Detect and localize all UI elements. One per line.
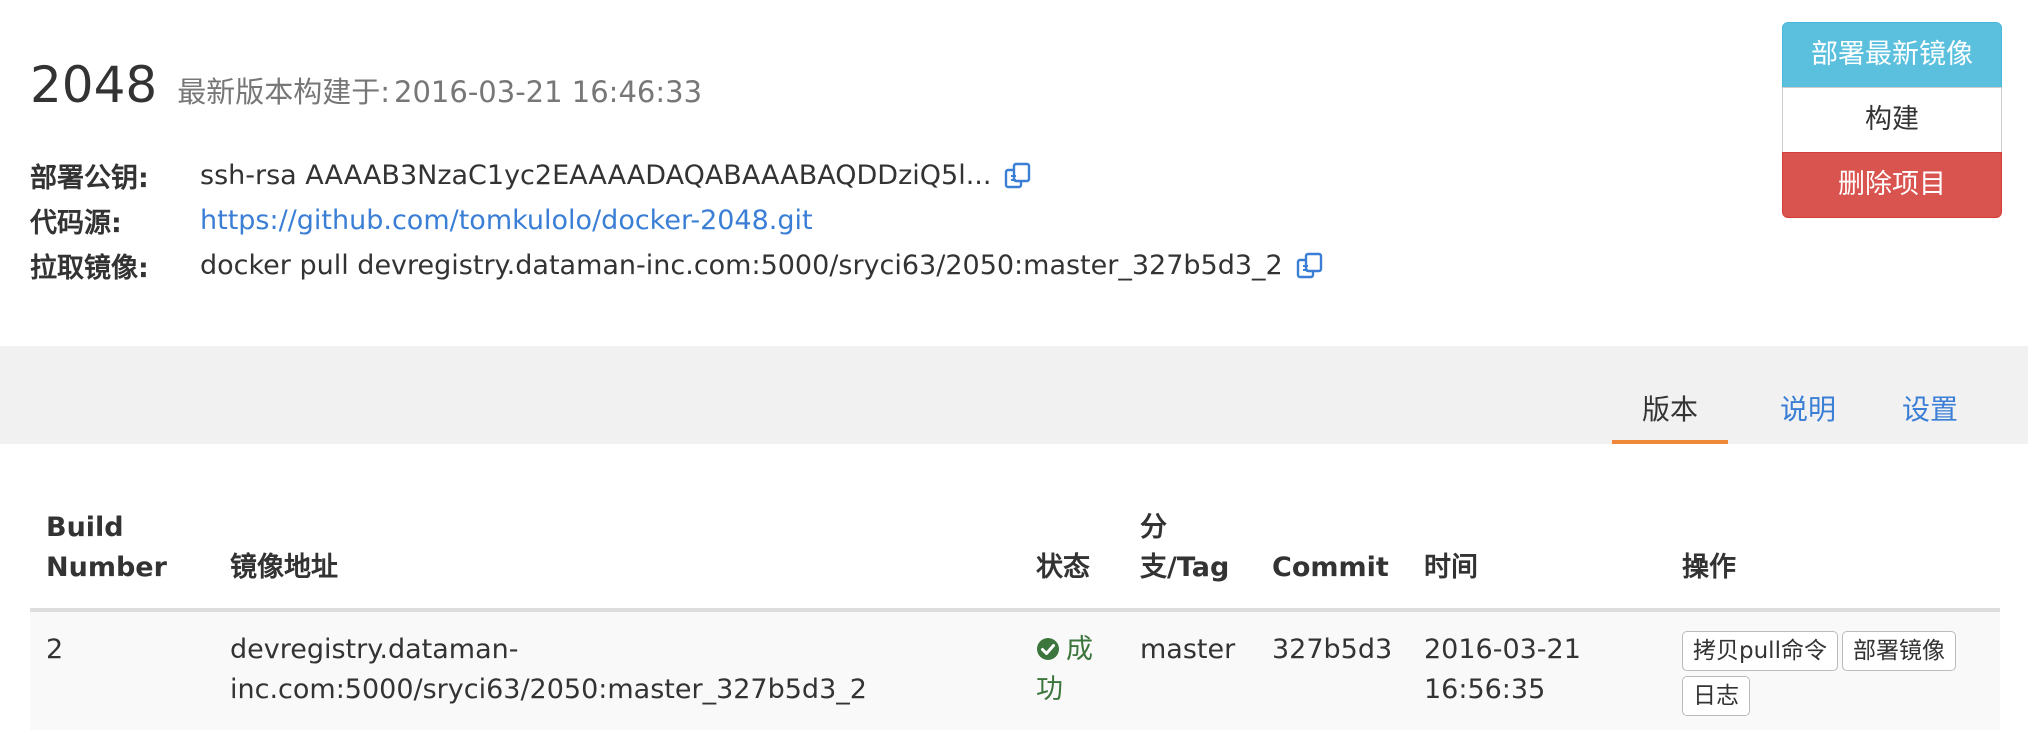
cell-build-number: 2 <box>30 610 214 730</box>
copy-icon[interactable] <box>1295 251 1325 281</box>
cell-image-address: devregistry.dataman-inc.com:5000/sryci63… <box>214 610 1020 730</box>
copy-icon[interactable] <box>1003 161 1033 191</box>
code-source-link[interactable]: https://github.com/tomkulolo/docker-2048… <box>200 205 813 236</box>
header-commit: Commit <box>1256 508 1408 612</box>
title-row: 2048 最新版本构建于: 2016-03-21 16:46:33 <box>30 56 702 114</box>
cell-operations: 拷贝pull命令 部署镜像日志 <box>1666 610 2000 730</box>
code-source-label: 代码源: <box>30 208 122 239</box>
pull-image-row: 拉取镜像: docker pull devregistry.dataman-in… <box>30 243 1325 288</box>
header-build-number: Build Number <box>30 508 214 612</box>
cell-commit: 327b5d3 <box>1256 610 1408 730</box>
pull-image-label: 拉取镜像: <box>30 253 149 284</box>
table-header-row: Build Number 镜像地址 状态 分支/Tag Commit 时间 操作 <box>30 508 2000 612</box>
builds-table: Build Number 镜像地址 状态 分支/Tag Commit 时间 操作… <box>30 508 2000 730</box>
pull-image-command: docker pull devregistry.dataman-inc.com:… <box>200 250 1283 281</box>
header-status: 状态 <box>1020 508 1124 612</box>
deploy-key-value: ssh-rsa AAAAB3NzaC1yc2EAAAADAQABAAABAQDD… <box>200 160 992 191</box>
project-header: 2048 最新版本构建于: 2016-03-21 16:46:33 部署公钥: … <box>0 0 2028 346</box>
table-row: 2 devregistry.dataman-inc.com:5000/sryci… <box>30 610 2000 730</box>
project-actions: 部署最新镜像 构建 删除项目 <box>1782 22 2002 218</box>
check-circle-icon <box>1036 633 1060 660</box>
build-button[interactable]: 构建 <box>1782 87 2002 153</box>
header-time: 时间 <box>1408 508 1666 612</box>
header-image-address: 镜像地址 <box>214 508 1020 612</box>
copy-pull-command-button[interactable]: 拷贝pull命令 <box>1682 631 1838 671</box>
tab-settings[interactable]: 设置 <box>1880 388 1980 428</box>
log-button[interactable]: 日志 <box>1682 676 1750 716</box>
tabs-bar: 版本 说明 设置 <box>0 346 2028 444</box>
project-info: 部署公钥: ssh-rsa AAAAB3NzaC1yc2EAAAADAQABAA… <box>30 153 1325 288</box>
deploy-key-row: 部署公钥: ssh-rsa AAAAB3NzaC1yc2EAAAADAQABAA… <box>30 153 1325 198</box>
deploy-image-button[interactable]: 部署镜像 <box>1841 631 1956 671</box>
project-name: 2048 <box>30 56 158 114</box>
cell-branch-tag: master <box>1124 610 1256 730</box>
built-time: 2016-03-21 16:46:33 <box>394 75 703 109</box>
cell-status: 成功 <box>1020 610 1124 730</box>
header-branch-tag: 分支/Tag <box>1124 508 1256 612</box>
deploy-latest-image-button[interactable]: 部署最新镜像 <box>1782 22 2002 88</box>
deploy-key-label: 部署公钥: <box>30 163 149 194</box>
header-operations: 操作 <box>1666 508 2000 612</box>
built-label: 最新版本构建于: <box>177 75 391 109</box>
tab-versions[interactable]: 版本 <box>1612 388 1728 444</box>
delete-project-button[interactable]: 删除项目 <box>1782 152 2002 218</box>
cell-time: 2016-03-21 16:56:35 <box>1408 610 1666 730</box>
code-source-row: 代码源: https://github.com/tomkulolo/docker… <box>30 198 1325 243</box>
tab-description[interactable]: 说明 <box>1758 388 1858 428</box>
